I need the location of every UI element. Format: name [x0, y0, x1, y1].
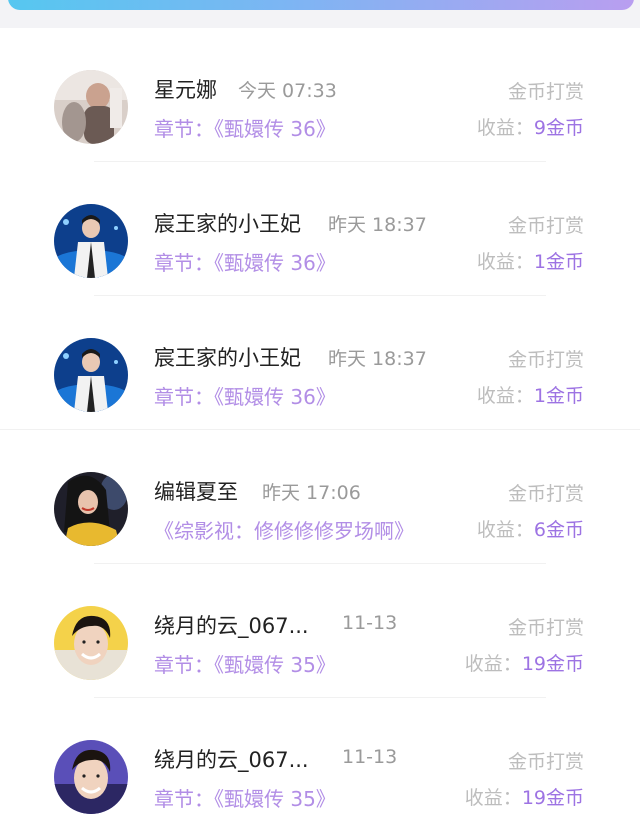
- user-name[interactable]: 宸王家的小王妃: [154, 208, 301, 238]
- reward-type: 金币打赏: [507, 617, 584, 639]
- income-value: 19金币: [521, 787, 584, 809]
- chapter-link[interactable]: 章节：《甄嬛传 35》: [154, 649, 336, 678]
- avatar[interactable]: [54, 70, 128, 144]
- user-name[interactable]: 绕月的云_067...: [154, 744, 309, 774]
- income-value: 1金币: [533, 251, 584, 273]
- avatar[interactable]: [54, 338, 128, 412]
- income: 收益：19金币: [465, 649, 584, 676]
- income-value: 1金币: [533, 385, 584, 407]
- chapter-title: 《甄嬛传 36》: [214, 117, 336, 141]
- chapter-title: 《甄嬛传 36》: [214, 251, 336, 275]
- list-item[interactable]: 宸王家的小王妃 昨天 18:37 金币打赏 章节：《甄嬛传 36》 收益：1金币: [0, 296, 640, 430]
- income-label: 收益：: [476, 251, 534, 273]
- income-label: 收益：: [464, 653, 522, 675]
- chapter-prefix: 章节：: [154, 653, 214, 677]
- chapter-title: 《甄嬛传 36》: [214, 385, 336, 409]
- chapter-title: 《甄嬛传 35》: [214, 653, 336, 677]
- chapter-title: 《综影视：修修修修罗场啊》: [154, 519, 414, 543]
- income-label: 收益：: [476, 385, 534, 407]
- chapter-link[interactable]: 《综影视：修修修修罗场啊》: [154, 515, 414, 544]
- user-name[interactable]: 星元娜: [154, 74, 217, 104]
- income: 收益：19金币: [465, 783, 584, 810]
- chapter-prefix: 章节：: [154, 787, 214, 811]
- income: 收益：9金币: [477, 113, 584, 140]
- income-label: 收益：: [476, 117, 534, 139]
- timestamp: 11-13: [342, 612, 398, 634]
- income-label: 收益：: [476, 519, 534, 541]
- list-item[interactable]: 编辑夏至 昨天 17:06 金币打赏 《综影视：修修修修罗场啊》 收益：6金币: [0, 430, 640, 564]
- income: 收益：6金币: [477, 515, 584, 542]
- reward-type: 金币打赏: [507, 81, 584, 103]
- income-value: 9金币: [533, 117, 584, 139]
- chapter-link[interactable]: 章节：《甄嬛传 36》: [154, 113, 336, 142]
- gradient-header-bar: [8, 0, 634, 10]
- user-name[interactable]: 绕月的云_067...: [154, 610, 309, 640]
- timestamp: 11-13: [342, 746, 398, 768]
- chapter-link[interactable]: 章节：《甄嬛传 35》: [154, 783, 336, 812]
- user-name[interactable]: 编辑夏至: [154, 476, 238, 506]
- avatar[interactable]: [54, 606, 128, 680]
- timestamp: 今天 07:33: [238, 80, 337, 102]
- list-item[interactable]: 星元娜 今天 07:33 金币打赏 章节：《甄嬛传 36》 收益：9金币: [0, 28, 640, 162]
- timestamp: 昨天 18:37: [328, 348, 427, 370]
- reward-type: 金币打赏: [507, 751, 584, 773]
- chapter-title: 《甄嬛传 35》: [214, 787, 336, 811]
- income-label: 收益：: [464, 787, 522, 809]
- user-name[interactable]: 宸王家的小王妃: [154, 342, 301, 372]
- list-item[interactable]: 绕月的云_067... 11-13 金币打赏 章节：《甄嬛传 35》 收益：19…: [0, 698, 640, 832]
- top-strip: [0, 0, 640, 28]
- chapter-link[interactable]: 章节：《甄嬛传 36》: [154, 381, 336, 410]
- chapter-prefix: 章节：: [154, 385, 214, 409]
- chapter-link[interactable]: 章节：《甄嬛传 36》: [154, 247, 336, 276]
- reward-type: 金币打赏: [507, 483, 584, 505]
- reward-type: 金币打赏: [507, 215, 584, 237]
- chapter-prefix: 章节：: [154, 251, 214, 275]
- timestamp: 昨天 17:06: [262, 482, 361, 504]
- reward-type: 金币打赏: [507, 349, 584, 371]
- avatar[interactable]: [54, 472, 128, 546]
- income: 收益：1金币: [477, 381, 584, 408]
- income-value: 6金币: [533, 519, 584, 541]
- reward-record-list: 星元娜 今天 07:33 金币打赏 章节：《甄嬛传 36》 收益：9金币 宸王家…: [0, 28, 640, 832]
- avatar[interactable]: [54, 204, 128, 278]
- chapter-prefix: 章节：: [154, 117, 214, 141]
- avatar[interactable]: [54, 740, 128, 814]
- list-item[interactable]: 宸王家的小王妃 昨天 18:37 金币打赏 章节：《甄嬛传 36》 收益：1金币: [0, 162, 640, 296]
- income: 收益：1金币: [477, 247, 584, 274]
- timestamp: 昨天 18:37: [328, 214, 427, 236]
- list-item[interactable]: 绕月的云_067... 11-13 金币打赏 章节：《甄嬛传 35》 收益：19…: [0, 564, 640, 698]
- income-value: 19金币: [521, 653, 584, 675]
